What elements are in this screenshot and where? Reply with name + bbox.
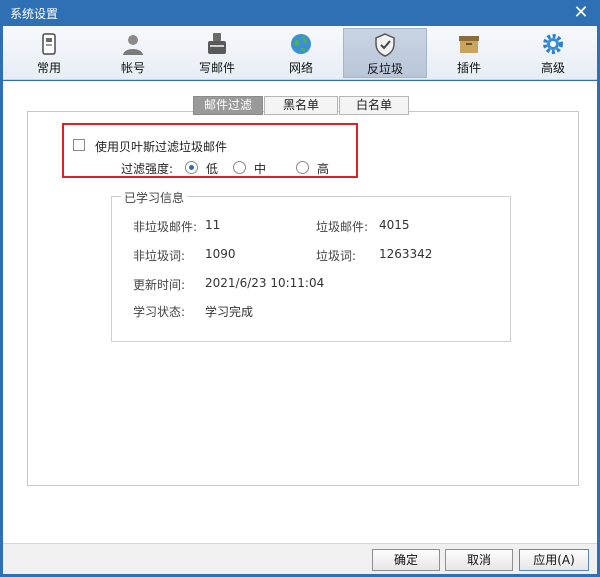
toolbar-label-compose: 写邮件 [198, 61, 235, 75]
non-spam-word-value: 1090 [205, 247, 236, 261]
toolbar-label-account: 帐号 [120, 61, 145, 75]
cancel-button[interactable]: 取消 [445, 549, 513, 571]
toolbar-label-advanced: 高级 [540, 61, 565, 75]
content-panel: 邮件过滤 黑名单 白名单 使用贝叶斯过滤垃圾邮件 过滤强度: 低 中 高 已学习… [3, 81, 597, 543]
non-spam-mail-value: 11 [205, 218, 221, 232]
toolbar-label-network: 网络 [288, 61, 313, 75]
compose-icon [208, 33, 226, 54]
non-spam-mail-label: 非垃圾邮件: [133, 220, 198, 234]
plugin-box-icon [459, 36, 479, 53]
dialog-button-bar: 确定 取消 应用(A) [3, 543, 597, 574]
advanced-gear-icon [543, 34, 563, 54]
toolbar-item-account[interactable]: 帐号 [91, 28, 175, 78]
tab-mail-filter[interactable]: 邮件过滤 [193, 96, 263, 115]
non-spam-word-label: 非垃圾词: [133, 249, 186, 263]
spam-word-value: 1263342 [379, 247, 433, 261]
toolbar-item-compose[interactable]: 写邮件 [175, 28, 259, 78]
spam-mail-value: 4015 [379, 218, 410, 232]
toolbar-item-advanced[interactable]: 高级 [511, 28, 595, 78]
learned-info-title: 已学习信息 [121, 189, 188, 206]
window-title: 系统设置 [10, 7, 59, 21]
tab-blacklist[interactable]: 黑名单 [264, 96, 338, 115]
settings-window: 系统设置 ✕ 常用 帐号 写邮件 网络 反垃圾 插件 高级 邮件过滤 黑名单 白… [0, 0, 600, 577]
settings-toolbar: 常用 帐号 写邮件 网络 反垃圾 插件 高级 [3, 26, 597, 80]
learning-status-value: 学习完成 [205, 305, 254, 319]
annotation-highlight-box [62, 123, 358, 178]
account-icon [123, 35, 143, 55]
ok-button[interactable]: 确定 [372, 549, 440, 571]
antispam-shield-icon [375, 33, 395, 57]
toolbar-item-network[interactable]: 网络 [259, 28, 343, 78]
learning-status-label: 学习状态: [133, 305, 186, 319]
close-icon[interactable]: ✕ [570, 2, 592, 24]
general-icon [42, 33, 56, 55]
network-icon [291, 34, 311, 54]
toolbar-label-general: 常用 [36, 61, 61, 75]
toolbar-item-antispam[interactable]: 反垃圾 [343, 28, 427, 78]
toolbar-item-general[interactable]: 常用 [7, 28, 91, 78]
spam-word-label: 垃圾词: [316, 249, 357, 263]
apply-button[interactable]: 应用(A) [519, 549, 589, 571]
update-time-label: 更新时间: [133, 278, 186, 292]
toolbar-item-plugin[interactable]: 插件 [427, 28, 511, 78]
update-time-value: 2021/6/23 10:11:04 [205, 276, 325, 290]
spam-mail-label: 垃圾邮件: [316, 220, 369, 234]
title-bar: 系统设置 ✕ [0, 0, 600, 26]
toolbar-label-antispam: 反垃圾 [366, 62, 403, 76]
toolbar-label-plugin: 插件 [456, 61, 481, 75]
tab-whitelist[interactable]: 白名单 [339, 96, 409, 115]
